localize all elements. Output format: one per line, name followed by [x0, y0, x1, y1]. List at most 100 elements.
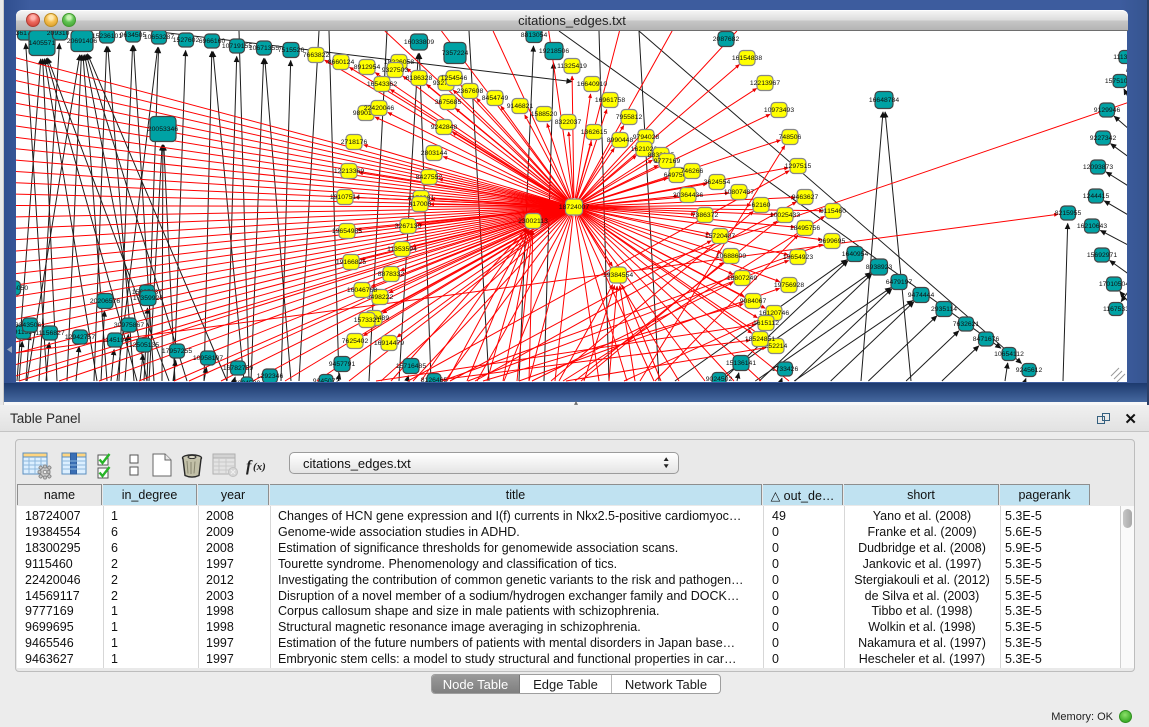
svg-text:7955812: 7955812 [616, 114, 643, 121]
svg-text:18807249: 18807249 [727, 275, 757, 282]
svg-text:10719155: 10719155 [222, 43, 252, 50]
svg-text:19384554: 19384554 [603, 272, 633, 279]
svg-text:7625402: 7625402 [342, 338, 369, 345]
svg-text:15716485: 15716485 [396, 363, 426, 370]
svg-text:7386372: 7386372 [692, 212, 719, 219]
svg-text:12093873: 12093873 [1083, 164, 1113, 171]
svg-text:15236101: 15236101 [92, 33, 122, 40]
svg-text:8813054: 8813054 [521, 32, 548, 39]
svg-text:f: f [246, 458, 253, 475]
svg-text:7357224: 7357224 [442, 50, 469, 57]
svg-text:2093107: 2093107 [47, 31, 74, 37]
svg-text:8990448: 8990448 [607, 137, 634, 144]
svg-text:19654985: 19654985 [332, 228, 362, 235]
svg-text:1297515: 1297515 [785, 163, 812, 170]
svg-text:9146821: 9146821 [507, 103, 534, 110]
svg-text:19756928: 19756928 [774, 282, 804, 289]
svg-text:1254546: 1254546 [441, 75, 468, 82]
svg-text:17957255: 17957255 [162, 348, 192, 355]
svg-text:9245072: 9245072 [313, 378, 340, 382]
svg-text:7694530: 7694530 [234, 380, 261, 382]
svg-text:16033809: 16033809 [404, 39, 434, 46]
svg-text:7663822: 7663822 [303, 52, 330, 59]
svg-text:1167533: 1167533 [1103, 306, 1127, 313]
svg-text:9634505: 9634505 [120, 32, 147, 39]
svg-text:33435061: 33435061 [16, 322, 45, 329]
svg-text:15136141: 15136141 [726, 360, 756, 367]
svg-text:16782759: 16782759 [223, 365, 253, 372]
svg-text:2935114: 2935114 [931, 306, 957, 313]
svg-text:18524851: 18524851 [745, 336, 775, 343]
svg-text:2087682: 2087682 [713, 36, 740, 43]
svg-text:16648784: 16648784 [869, 97, 899, 104]
svg-text:8186328: 8186328 [406, 75, 433, 82]
svg-text:1405571: 1405571 [29, 40, 56, 47]
svg-text:9474444: 9474444 [908, 292, 935, 299]
svg-text:9498222: 9498222 [367, 294, 394, 301]
svg-text:1615112: 1615112 [753, 320, 779, 327]
svg-text:1362615: 1362615 [581, 129, 608, 136]
svg-text:22420046: 22420046 [364, 105, 394, 112]
svg-text:1573321: 1573321 [354, 317, 381, 324]
svg-text:16914479: 16914479 [374, 340, 404, 347]
svg-text:30975867: 30975867 [114, 322, 144, 329]
svg-text:2367608: 2367608 [457, 88, 484, 95]
svg-text:417008: 417008 [409, 201, 432, 208]
svg-text:(x): (x) [253, 461, 266, 473]
svg-text:12505135: 12505135 [129, 342, 159, 349]
svg-text:9245612: 9245612 [1016, 367, 1043, 374]
svg-text:20364436: 20364436 [673, 192, 703, 199]
svg-text:19654923: 19654923 [783, 254, 813, 261]
svg-text:10688609: 10688609 [716, 253, 746, 260]
svg-text:26266050: 26266050 [16, 285, 28, 292]
svg-text:19166825: 19166825 [336, 259, 366, 266]
svg-text:9115460: 9115460 [820, 208, 846, 215]
svg-text:8454749: 8454749 [482, 95, 509, 102]
svg-text:20206576: 20206576 [90, 298, 120, 305]
svg-text:11353594: 11353594 [387, 246, 417, 253]
svg-text:18495756: 18495756 [790, 225, 820, 232]
svg-text:6479197: 6479197 [886, 279, 913, 286]
svg-text:1113058: 1113058 [1113, 54, 1127, 61]
svg-text:16210643: 16210643 [1077, 223, 1107, 230]
svg-text:9129946: 9129946 [1094, 107, 1121, 114]
svg-text:7632621: 7632621 [953, 321, 980, 328]
svg-text:10653287: 10653287 [144, 34, 174, 41]
svg-text:9024502: 9024502 [706, 376, 733, 382]
svg-text:16640910: 16640910 [577, 81, 607, 88]
svg-text:10025433: 10025433 [770, 212, 800, 219]
svg-text:10973493: 10973493 [764, 107, 794, 114]
svg-text:16046768: 16046768 [347, 287, 377, 294]
svg-text:10654112: 10654112 [994, 351, 1024, 358]
svg-text:8126465: 8126465 [421, 377, 448, 382]
svg-text:9777169: 9777169 [654, 158, 681, 165]
svg-text:8878332: 8878332 [378, 271, 405, 278]
svg-text:9227342: 9227342 [1090, 135, 1117, 142]
svg-text:1145194: 1145194 [102, 337, 128, 344]
svg-text:9463627: 9463627 [792, 194, 819, 201]
svg-text:16154838: 16154838 [732, 55, 762, 62]
svg-text:11156827: 11156827 [35, 330, 64, 337]
svg-text:10958107: 10958107 [193, 355, 223, 362]
svg-text:1733426: 1733426 [772, 366, 799, 373]
svg-text:2803144: 2803144 [421, 150, 448, 157]
svg-text:746266: 746266 [681, 168, 704, 175]
svg-text:1640954: 1640954 [842, 251, 869, 258]
svg-text:8660124: 8660124 [328, 59, 355, 66]
svg-text:7515526: 7515526 [278, 47, 305, 54]
svg-text:15692971: 15692971 [1087, 252, 1117, 259]
svg-text:12213967: 12213967 [750, 80, 780, 87]
svg-text:12942757: 12942757 [65, 334, 95, 341]
svg-text:62160: 62160 [752, 202, 771, 209]
svg-text:8215955: 8215955 [1055, 210, 1082, 217]
svg-text:17010504: 17010504 [1099, 281, 1127, 288]
svg-text:9084067: 9084067 [740, 298, 767, 305]
svg-text:16961758: 16961758 [595, 97, 625, 104]
svg-text:18724007: 18724007 [559, 204, 589, 211]
svg-text:15751074: 15751074 [1105, 78, 1127, 85]
svg-text:9794028: 9794028 [633, 134, 660, 141]
svg-text:748506: 748506 [779, 134, 802, 141]
svg-text:1292346: 1292346 [257, 373, 284, 380]
svg-text:16543362: 16543362 [367, 81, 397, 88]
svg-text:19218506: 19218506 [539, 48, 569, 55]
